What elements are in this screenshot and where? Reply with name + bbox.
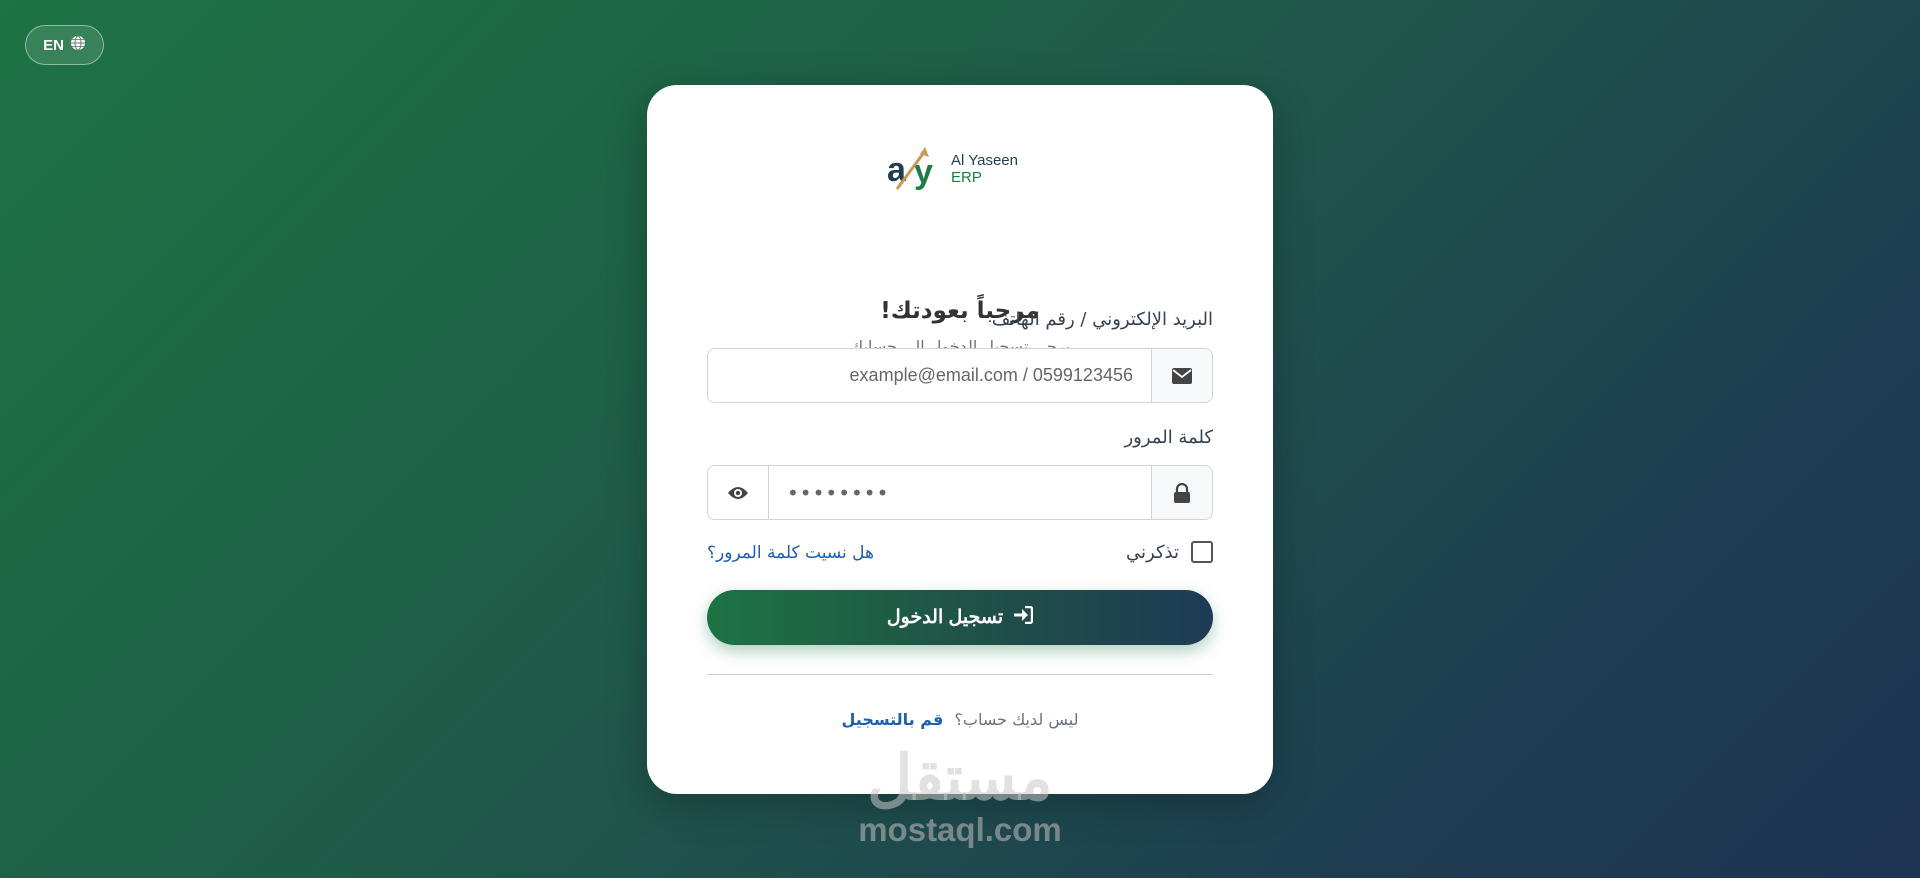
remember-me-label: تذكرني (1126, 541, 1179, 563)
remember-me[interactable]: تذكرني (1126, 541, 1213, 563)
signup-prompt: ليس لديك حساب؟ قم بالتسجيل (647, 710, 1273, 729)
aly-logo-mark: a y (887, 147, 933, 191)
email-input[interactable] (708, 349, 1151, 402)
login-card: a y Al Yaseen ERP مرحباً بعودتك! يرجى تس… (647, 85, 1273, 794)
watermark: مستقل mostaql.com (845, 748, 1075, 850)
logo-line2: ERP (951, 169, 982, 186)
remember-me-checkbox[interactable] (1191, 541, 1213, 563)
login-button[interactable]: تسجيل الدخول (707, 590, 1213, 645)
logo-line1: Al Yaseen (951, 152, 1018, 169)
svg-text:y: y (914, 153, 933, 191)
envelope-icon (1151, 349, 1212, 402)
password-input[interactable]: •••••••• (769, 466, 1151, 519)
watermark-url: mostaql.com (858, 811, 1062, 848)
signup-link[interactable]: قم بالتسجيل (842, 710, 944, 729)
email-input-group (707, 348, 1213, 403)
language-toggle-button[interactable]: EN (25, 25, 104, 65)
password-label: كلمة المرور (1124, 427, 1213, 448)
logo: a y Al Yaseen ERP (887, 145, 1018, 193)
sign-in-icon (1013, 605, 1034, 630)
watermark-arabic: مستقل (867, 744, 1053, 813)
password-input-group: •••••••• (707, 465, 1213, 520)
globe-icon (70, 35, 86, 55)
lock-icon (1151, 466, 1212, 519)
forgot-password-link[interactable]: هل نسيت كلمة المرور؟ (707, 543, 874, 563)
login-button-label: تسجيل الدخول (886, 607, 1004, 628)
signup-prompt-text: ليس لديك حساب؟ (954, 710, 1079, 729)
divider (707, 674, 1213, 675)
email-label: البريد الإلكتروني / رقم الهاتف (991, 309, 1213, 330)
eye-icon[interactable] (708, 466, 769, 519)
language-label: EN (43, 36, 64, 54)
svg-text:a: a (887, 151, 907, 189)
